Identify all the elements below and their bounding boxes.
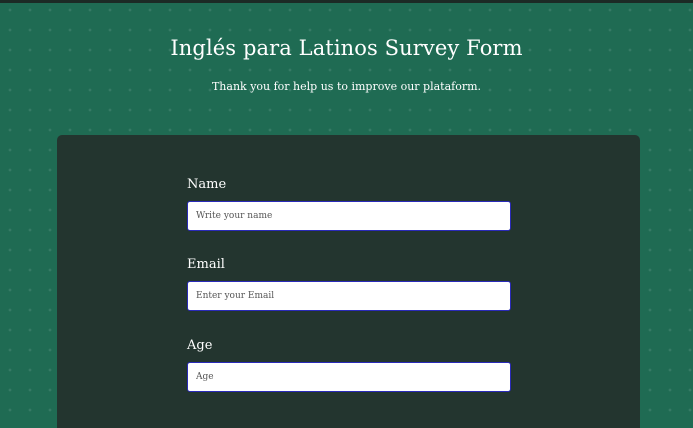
top-bar bbox=[0, 0, 693, 3]
age-input[interactable] bbox=[187, 362, 511, 392]
name-input[interactable] bbox=[187, 201, 511, 231]
email-field-group: Email bbox=[187, 257, 511, 311]
name-field-group: Name bbox=[187, 177, 511, 231]
page-header: Inglés para Latinos Survey Form Thank yo… bbox=[0, 34, 693, 94]
email-label: Email bbox=[187, 257, 225, 272]
survey-form: Name Email Age bbox=[57, 135, 640, 428]
age-label: Age bbox=[187, 338, 213, 353]
page-title: Inglés para Latinos Survey Form bbox=[170, 36, 523, 60]
page-description: Thank you for help us to improve our pla… bbox=[211, 80, 482, 93]
age-field-group: Age bbox=[187, 338, 511, 392]
name-label: Name bbox=[187, 177, 227, 192]
email-input[interactable] bbox=[187, 281, 511, 311]
